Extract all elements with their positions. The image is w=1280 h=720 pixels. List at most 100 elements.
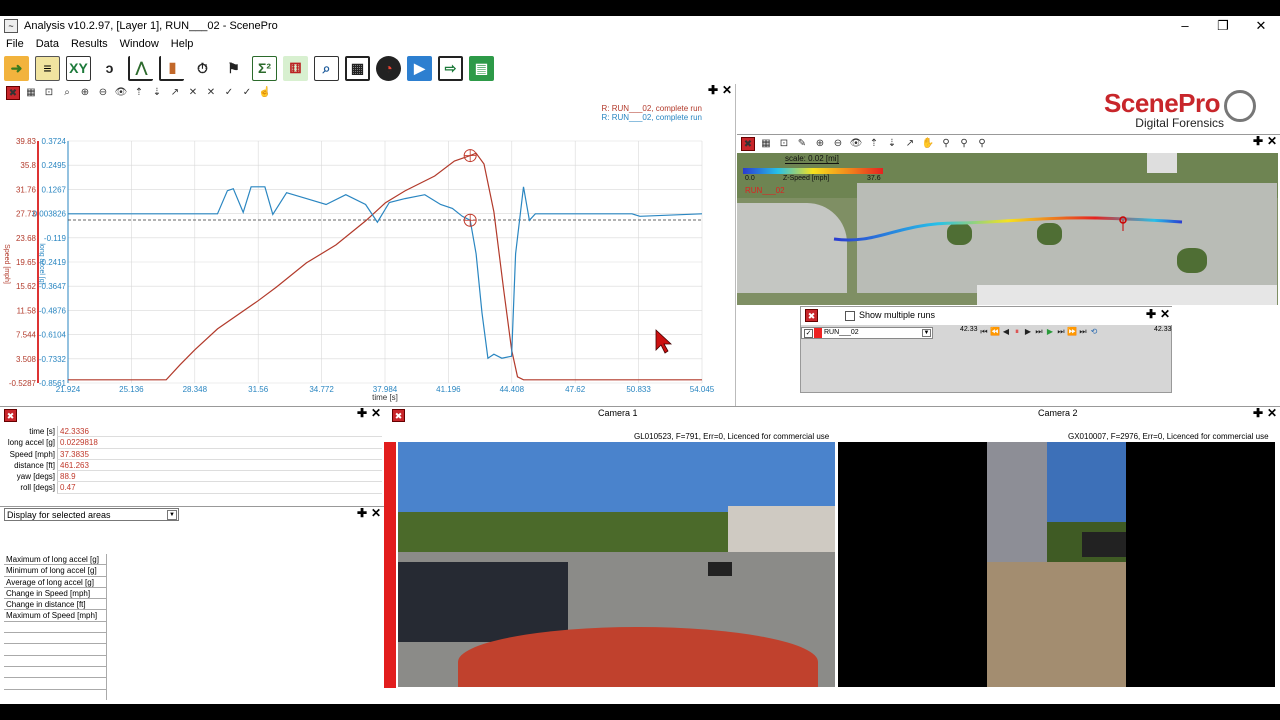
x-tick-label: 54.045 [690,385,715,394]
rewind-icon[interactable]: ⏪ [990,327,1000,337]
close-cameras-icon[interactable]: ✖ [392,409,405,422]
list-item: Change in distance [ft] [4,599,106,611]
restore-button[interactable]: ❐ [1204,16,1242,35]
expand-icon[interactable]: ✚ [356,507,368,520]
zoom-box-icon[interactable]: ⊡ [777,137,791,151]
window-title: Analysis v10.2.97, [Layer 1], RUN___02 -… [24,19,278,32]
menu-results[interactable]: Results [65,36,114,52]
curve-icon[interactable]: ↄ [97,56,122,81]
bar-chart-icon[interactable]: ▮ [159,55,184,81]
line-chart-icon[interactable]: ⋀ [128,55,153,81]
menu-data[interactable]: Data [30,36,65,52]
close-button[interactable]: ✕ [1242,16,1280,35]
play-icon[interactable]: ▶ [407,55,432,81]
node-move-icon[interactable]: ⚲ [957,137,971,151]
y-axis-label-accel: long accel [g] [38,243,45,284]
logo-crosshair-icon [1224,90,1256,122]
first-frame-icon[interactable]: ⏮ [979,327,989,337]
y-tick-speed: -0.5287 [9,379,37,388]
run-checkbox[interactable]: ✓ [804,329,813,338]
app-icon: ~ [4,18,18,33]
y-axis-label-speed: Speed [mph] [3,244,10,284]
zoom-out-icon[interactable]: ⊖ [831,137,845,151]
run-select[interactable]: RUN___02 [824,328,859,338]
time-series-chart[interactable]: R: RUN___02, complete run R: RUN___02, c… [0,84,735,406]
y-tick-speed: 31.76 [16,185,37,194]
close-map-icon[interactable]: ✖ [741,137,755,151]
export-video-icon[interactable]: ⇨ [438,55,463,81]
show-multiple-runs-label: Show multiple runs [859,310,936,320]
expand-icon[interactable]: ✚ [1145,308,1157,321]
close-values-icon[interactable]: ✖ [4,409,17,422]
clipboard-icon[interactable]: ≡ [35,55,60,81]
chevron-down-icon[interactable]: ▼ [922,329,931,337]
step-frame-icon[interactable]: ⏭ [1034,327,1044,337]
table-row: yaw [degs] 88.9 [0,471,382,483]
next-icon[interactable]: ⏭ [1056,327,1066,337]
y-tick-speed: 39.83 [16,137,37,146]
aerial-map[interactable]: scale: 0.02 [mi] 0.0 Z-Speed [mph] 37.6 … [737,153,1278,305]
menu-window[interactable]: Window [114,36,165,52]
eye-icon[interactable]: 👁 [849,137,863,151]
expand-icon[interactable]: ✚ [356,407,368,420]
close-icon[interactable]: ✕ [1159,308,1171,321]
camera2-view[interactable] [838,442,1275,687]
chevron-down-icon[interactable]: ▼ [167,510,177,520]
camera2-title: Camera 2 [1038,408,1078,418]
play-icon[interactable]: ▶ [1023,327,1033,337]
display-dropdown[interactable]: Display for selected areas ▼ [4,508,179,521]
expand-icon[interactable]: ✚ [1252,135,1264,148]
arrow-right-icon[interactable]: ↗ [903,137,917,151]
sigma-icon[interactable]: Σ² [252,55,277,81]
checkered-flag-icon[interactable]: ⚑ [221,56,246,81]
pin-down-icon[interactable]: ⇣ [885,137,899,151]
list-item [4,633,106,645]
list-item: Minimum of long accel [g] [4,565,106,577]
gauge-icon[interactable]: ◔ [376,55,401,81]
layers-icon[interactable]: ▦ [759,137,773,151]
pause-icon[interactable]: ⏸ [1012,327,1022,337]
legend-item-accel: R: RUN___02, complete run [602,113,703,122]
play-green-icon[interactable]: ▶ [1045,327,1055,337]
last-frame-icon[interactable]: ⏭ [1078,327,1088,337]
map-toolbar: ✖ ▦ ⊡ ✎ ⊕ ⊖ 👁 ⇡ ⇣ ↗ ✋ ⚲ ⚲ ⚲ [741,137,989,151]
menu-help[interactable]: Help [165,36,200,52]
close-playback-icon[interactable]: ✖ [805,309,818,322]
table-row: long accel [g] 0.0229818 [0,437,382,449]
close-icon[interactable]: ✕ [370,407,382,420]
hand-icon[interactable]: ✋ [921,137,935,151]
dice-grid-icon[interactable]: ⚅ [283,55,308,81]
fast-forward-icon[interactable]: ⏩ [1067,327,1077,337]
stats-panel: Display for selected areas ▼ ✚ ✕ Maximum… [0,506,384,704]
close-icon[interactable]: ✕ [1266,135,1278,148]
zoom-in-icon[interactable]: ⊕ [813,137,827,151]
xy-table-icon[interactable]: XY [66,55,91,81]
step-back-icon[interactable]: ◀ [1001,327,1011,337]
menu-file[interactable]: File [0,36,30,52]
node-check-icon[interactable]: ⚲ [975,137,989,151]
cameras-panel: ✖ Camera 1 Camera 2 ✚ ✕ GL010523, F=791,… [384,406,1280,704]
minimize-button[interactable]: – [1166,16,1204,35]
open-folder-icon[interactable]: ➜ [4,55,29,81]
y-tick-accel: -0.6104 [39,331,67,340]
edit-icon[interactable]: ✎ [795,137,809,151]
mouse-cursor-icon [655,329,673,354]
map-scale: scale: 0.02 [mi] [785,154,839,164]
show-multiple-runs-checkbox[interactable] [845,311,855,321]
list-item [4,622,106,634]
camera1-view[interactable] [398,442,835,687]
filmstrip-icon[interactable]: ▦ [345,55,370,81]
close-icon[interactable]: ✕ [370,507,382,520]
loop-icon[interactable]: ⟲ [1089,327,1099,337]
stopwatch-icon[interactable]: ⏱ [190,56,215,81]
expand-icon[interactable]: ✚ [1252,407,1264,420]
export-grid-icon[interactable]: ▤ [469,55,494,81]
list-item [4,678,106,690]
chart-search-icon[interactable]: ⌕ [314,55,339,81]
node-add-icon[interactable]: ⚲ [939,137,953,151]
close-icon[interactable]: ✕ [1266,407,1278,420]
menu-bar: File Data Results Window Help [0,36,199,52]
timeline-bar[interactable] [384,442,396,688]
pin-icon[interactable]: ⇡ [867,137,881,151]
list-item [4,644,106,656]
